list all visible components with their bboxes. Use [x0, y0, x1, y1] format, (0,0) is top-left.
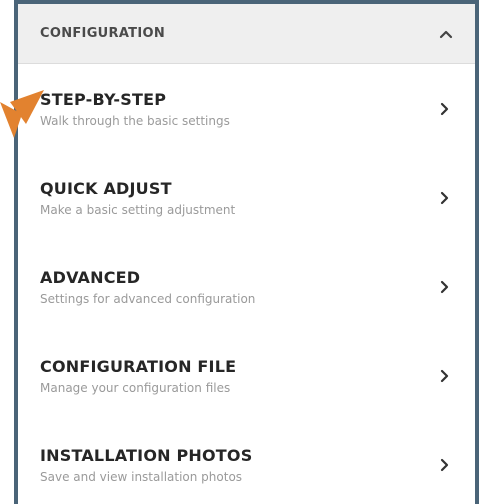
menu-item-step-by-step[interactable]: STEP-BY-STEP Walk through the basic sett… [18, 64, 475, 153]
menu-item-advanced[interactable]: ADVANCED Settings for advanced configura… [18, 242, 475, 331]
chevron-right-icon[interactable] [433, 187, 455, 209]
menu-item-subtitle: Save and view installation photos [40, 469, 243, 484]
menu-item-text: STEP-BY-STEP Walk through the basic sett… [40, 90, 433, 128]
chevron-right-icon[interactable] [433, 454, 455, 476]
menu-item-subtitle: Settings for advanced configuration [40, 291, 256, 306]
orange-pointer-arrow-icon [0, 90, 44, 138]
menu-item-installation-photos[interactable]: INSTALLATION PHOTOS Save and view instal… [18, 420, 475, 504]
menu-item-quick-adjust[interactable]: QUICK ADJUST Make a basic setting adjust… [18, 153, 475, 242]
menu-item-subtitle: Walk through the basic settings [40, 113, 230, 128]
menu-item-subtitle: Make a basic setting adjustment [40, 202, 236, 217]
chevron-right-icon[interactable] [433, 98, 455, 120]
menu-item-title: INSTALLATION PHOTOS [40, 445, 253, 465]
menu-item-text: ADVANCED Settings for advanced configura… [40, 268, 433, 306]
screen: CONFIGURATION STEP-BY-STEP Walk through … [0, 0, 485, 504]
panel-title: CONFIGURATION [40, 26, 166, 41]
menu-item-text: INSTALLATION PHOTOS Save and view instal… [40, 446, 433, 484]
chevron-right-icon[interactable] [433, 276, 455, 298]
menu-item-subtitle: Manage your configuration files [40, 380, 231, 395]
menu-item-title: ADVANCED [40, 267, 141, 287]
configuration-panel: CONFIGURATION STEP-BY-STEP Walk through … [14, 0, 479, 504]
chevron-up-icon[interactable] [435, 23, 457, 45]
menu-item-title: STEP-BY-STEP [40, 89, 167, 109]
chevron-right-icon[interactable] [433, 365, 455, 387]
menu-item-text: QUICK ADJUST Make a basic setting adjust… [40, 179, 433, 217]
configuration-panel-header[interactable]: CONFIGURATION [18, 4, 475, 64]
menu-item-title: CONFIGURATION FILE [40, 356, 237, 376]
menu-item-text: CONFIGURATION FILE Manage your configura… [40, 357, 433, 395]
menu-item-configuration-file[interactable]: CONFIGURATION FILE Manage your configura… [18, 331, 475, 420]
menu-item-title: QUICK ADJUST [40, 178, 172, 198]
